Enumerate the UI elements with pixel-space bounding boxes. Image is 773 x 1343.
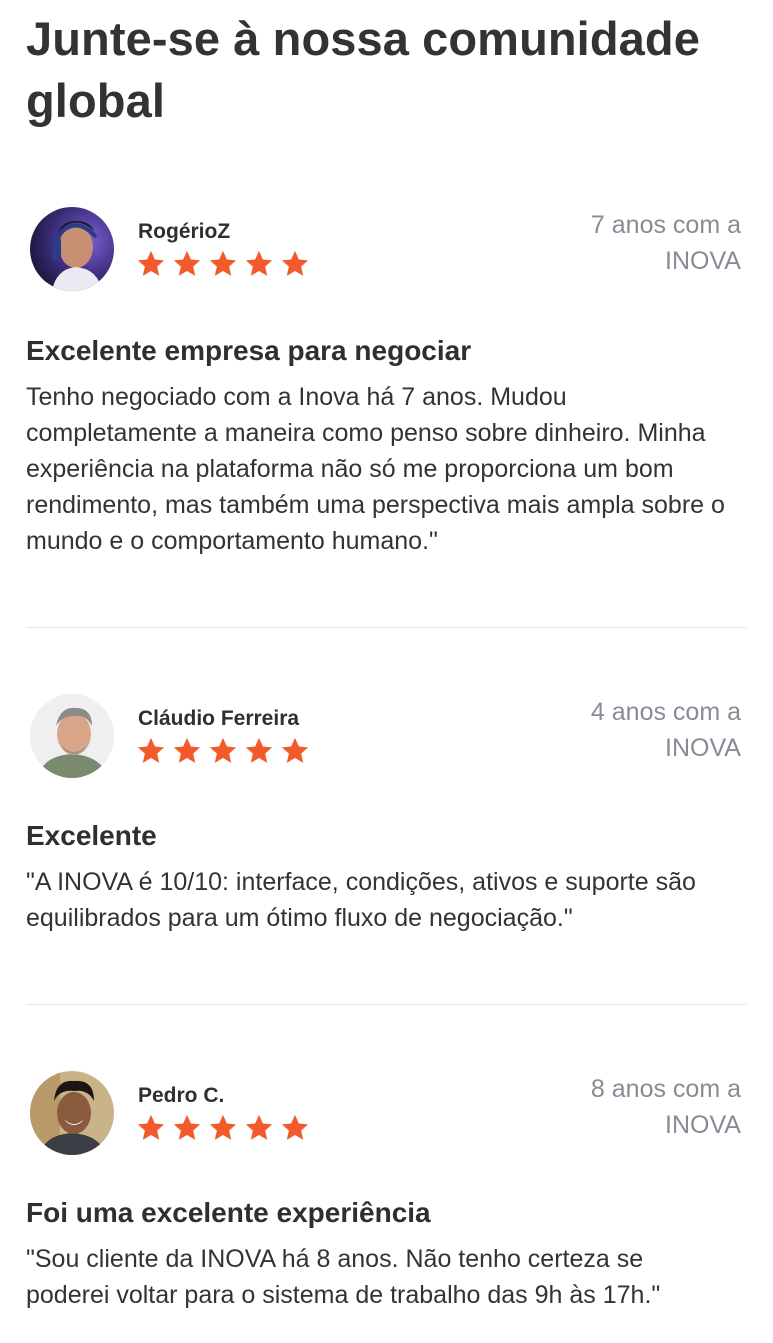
star-icon: [173, 737, 201, 763]
star-icon: [137, 250, 165, 276]
author-name: Cláudio Ferreira: [138, 707, 300, 730]
star-rating: [136, 1113, 310, 1143]
review-body: Tenho negociado com a Inova há 7 anos. M…: [26, 383, 725, 555]
star-icon: [245, 250, 273, 276]
star-icon: [137, 737, 165, 763]
star-icon: [173, 1114, 201, 1140]
star-icon: [245, 1114, 273, 1140]
review-header: Cláudio Ferreira 4 anos com a INOVA: [26, 694, 746, 780]
author-name: Pedro C.: [138, 1084, 225, 1107]
page-title: Junte-se à nossa comunidade global: [26, 12, 700, 127]
star-icon: [281, 737, 309, 763]
avatar: [30, 694, 114, 778]
divider: [26, 1004, 746, 1005]
author-name: RogérioZ: [138, 220, 231, 243]
avatar: [30, 207, 114, 291]
star-rating: [136, 736, 310, 766]
star-icon: [281, 250, 309, 276]
star-icon: [209, 1114, 237, 1140]
star-icon: [209, 250, 237, 276]
review-body: "A INOVA é 10/10: interface, condições, …: [26, 868, 696, 932]
star-icon: [209, 737, 237, 763]
review-header: RogérioZ 7 anos com a INOVA: [26, 207, 746, 293]
star-icon: [245, 737, 273, 763]
review-title: Excelente: [26, 820, 157, 851]
tenure-label: 7 anos com a INOVA: [590, 211, 741, 275]
testimonials-page: Junte-se à nossa comunidade global Rogér…: [0, 0, 773, 1343]
star-rating: [136, 249, 310, 279]
star-icon: [281, 1114, 309, 1140]
review-card: RogérioZ 7 anos com a INOVA Excelente em…: [26, 207, 746, 559]
divider: [26, 627, 746, 628]
review-title: Foi uma excelente experiência: [26, 1197, 431, 1228]
tenure-label: 8 anos com a INOVA: [590, 1075, 741, 1139]
review-title: Excelente empresa para negociar: [26, 335, 472, 366]
star-icon: [137, 1114, 165, 1140]
tenure-label: 4 anos com a INOVA: [590, 698, 741, 762]
avatar: [30, 1071, 114, 1155]
review-body: "Sou cliente da INOVA há 8 anos. Não ten…: [26, 1245, 661, 1309]
star-icon: [173, 250, 201, 276]
review-card: Cláudio Ferreira 4 anos com a INOVA Exce…: [26, 694, 746, 936]
review-header: Pedro C. 8 anos com a INOVA: [26, 1071, 746, 1157]
review-card: Pedro C. 8 anos com a INOVA Foi uma exce…: [26, 1071, 746, 1313]
